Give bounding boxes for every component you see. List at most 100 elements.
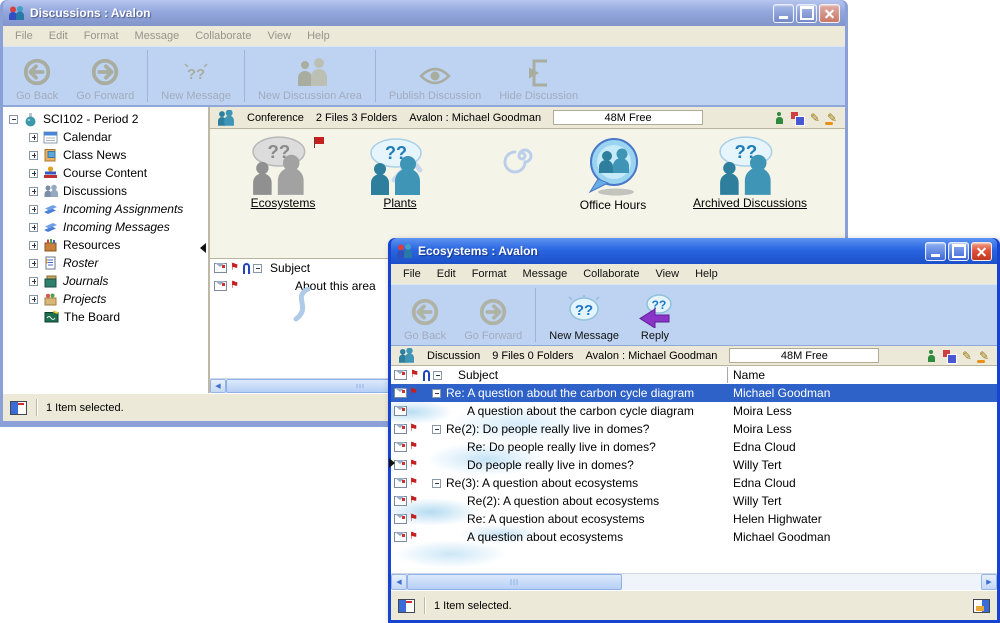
message-row[interactable]: A question about the carbon cycle diagra…	[391, 402, 997, 420]
tree-item-class-news[interactable]: Class News	[3, 146, 208, 164]
message-row[interactable]: ⚑ Re: A question about ecosystems Helen …	[391, 510, 997, 528]
menu-view[interactable]: View	[259, 30, 299, 42]
menu-view[interactable]: View	[647, 268, 687, 280]
tree-item-course-content[interactable]: Course Content	[3, 164, 208, 182]
scroll-left-arrow[interactable]: ◀	[210, 379, 226, 393]
minimize-button[interactable]	[925, 242, 946, 261]
maximize-button[interactable]	[796, 4, 817, 23]
back-arrow-icon	[21, 56, 53, 88]
publish-discussion-button[interactable]: Publish Discussion	[380, 47, 490, 105]
menu-message[interactable]: Message	[515, 268, 576, 280]
go-forward-button[interactable]: Go Forward	[455, 285, 531, 345]
expand-box[interactable]	[29, 187, 38, 196]
menu-collaborate[interactable]: Collaborate	[575, 268, 647, 280]
conference-icon	[218, 110, 235, 126]
menu-file[interactable]: File	[7, 30, 41, 42]
splitter-collapse-arrow[interactable]	[200, 243, 206, 253]
new-message-button[interactable]: ?? New Message	[540, 285, 628, 345]
online-user-icon[interactable]	[927, 350, 936, 362]
message-row[interactable]: ⚑ Re: Do people really live in domes? Ed…	[391, 438, 997, 456]
column-label-name: Name	[733, 368, 765, 382]
expand-box[interactable]	[29, 241, 38, 250]
tree-item-incoming-assignments[interactable]: Incoming Assignments	[3, 200, 208, 218]
new-message-button[interactable]: ?? New Message	[152, 47, 240, 105]
permissions-pencil-icon[interactable]: ✎	[979, 350, 989, 362]
desktop-icon-archived-discussions[interactable]: ?? Archived Discussions	[665, 135, 835, 210]
message-row[interactable]: ⚑ Re(3): A question about ecosystems Edn…	[391, 474, 997, 492]
expand-box[interactable]	[29, 295, 38, 304]
menu-collaborate[interactable]: Collaborate	[187, 30, 259, 42]
tree-item-calendar[interactable]: Calendar	[3, 128, 208, 146]
reply-button[interactable]: ?? Reply	[628, 285, 682, 345]
column-divider[interactable]	[727, 367, 728, 383]
discussion-icon	[399, 348, 415, 363]
expand-box[interactable]	[29, 277, 38, 286]
column-label-subject: Subject	[270, 261, 310, 275]
tree-item-incoming-messages[interactable]: Incoming Messages	[3, 218, 208, 236]
expand-box[interactable]	[29, 151, 38, 160]
menu-help[interactable]: Help	[299, 30, 338, 42]
tree-item-projects[interactable]: Projects	[3, 290, 208, 308]
thread-collapse-box[interactable]	[432, 479, 441, 488]
message-row[interactable]: ⚑ A question about ecosystems Michael Go…	[391, 528, 997, 546]
thread-collapse-box[interactable]	[432, 389, 441, 398]
menu-format[interactable]: Format	[464, 268, 515, 280]
panel-toggle-icon[interactable]	[398, 599, 415, 613]
collapse-box[interactable]	[9, 115, 18, 124]
menu-format[interactable]: Format	[76, 30, 127, 42]
hide-discussion-button[interactable]: Hide Discussion	[490, 47, 587, 105]
horizontal-scrollbar[interactable]: ◀ ▶	[391, 573, 997, 590]
scroll-right-arrow[interactable]: ▶	[981, 574, 997, 590]
subject-text: Re: A question about the carbon cycle di…	[446, 386, 694, 400]
edit-pencil-icon[interactable]: ✎	[962, 350, 972, 362]
go-back-button[interactable]: Go Back	[7, 47, 67, 105]
tree-item-resources[interactable]: Resources	[3, 236, 208, 254]
online-user-icon[interactable]	[775, 112, 784, 124]
titlebar[interactable]: Ecosystems : Avalon	[391, 238, 997, 264]
panel-toggle-icon[interactable]	[10, 401, 27, 415]
close-button[interactable]	[819, 4, 840, 23]
message-row[interactable]: ⚑ Re: A question about the carbon cycle …	[391, 384, 997, 402]
close-button[interactable]	[971, 242, 992, 261]
desktop-icon-ecosystems[interactable]: ?? Ecosystems	[228, 135, 338, 210]
collapse-all-box[interactable]	[253, 264, 262, 273]
menu-file[interactable]: File	[395, 268, 429, 280]
menu-edit[interactable]: Edit	[41, 30, 76, 42]
message-row[interactable]: ⚑ Do people really live in domes? Willy …	[391, 456, 997, 474]
expand-box[interactable]	[29, 259, 38, 268]
splitter-collapse-arrow[interactable]	[389, 458, 395, 468]
menu-message[interactable]: Message	[127, 30, 188, 42]
scroll-thumb[interactable]	[407, 574, 622, 590]
minimize-button[interactable]	[773, 4, 794, 23]
permissions-pencil-icon[interactable]: ✎	[827, 112, 837, 124]
tree-item-discussions[interactable]: Discussions	[3, 182, 208, 200]
collapse-all-box[interactable]	[433, 371, 442, 380]
tree-item-root[interactable]: SCI102 - Period 2	[3, 110, 208, 128]
message-row[interactable]: ⚑ Re(2): A question about ecosystems Wil…	[391, 492, 997, 510]
list-column-header[interactable]: ⚑ Subject Name	[391, 366, 997, 384]
news-icon	[43, 148, 58, 162]
go-forward-button[interactable]: Go Forward	[67, 47, 143, 105]
expand-box[interactable]	[29, 169, 38, 178]
view-options-icon[interactable]	[973, 599, 990, 613]
tree-item-the-board[interactable]: The Board	[3, 308, 208, 326]
tree-item-journals[interactable]: Journals	[3, 272, 208, 290]
titlebar[interactable]: Discussions : Avalon	[3, 0, 845, 26]
new-discussion-area-button[interactable]: New Discussion Area	[249, 47, 371, 105]
desktop-icon-office-hours[interactable]: Office Hours	[543, 137, 683, 212]
expand-box[interactable]	[29, 223, 38, 232]
view-layers-icon[interactable]	[791, 112, 803, 124]
view-layers-icon[interactable]	[943, 350, 955, 362]
menu-help[interactable]: Help	[687, 268, 726, 280]
desktop-icon-plants[interactable]: ?? Plants	[350, 137, 450, 210]
maximize-button[interactable]	[948, 242, 969, 261]
scroll-left-arrow[interactable]: ◀	[391, 574, 407, 590]
tree-item-roster[interactable]: Roster	[3, 254, 208, 272]
edit-pencil-icon[interactable]: ✎	[810, 112, 820, 124]
thread-collapse-box[interactable]	[432, 425, 441, 434]
expand-box[interactable]	[29, 205, 38, 214]
expand-box[interactable]	[29, 133, 38, 142]
menu-edit[interactable]: Edit	[429, 268, 464, 280]
message-row[interactable]: ⚑ Re(2): Do people really live in domes?…	[391, 420, 997, 438]
go-back-button[interactable]: Go Back	[395, 285, 455, 345]
